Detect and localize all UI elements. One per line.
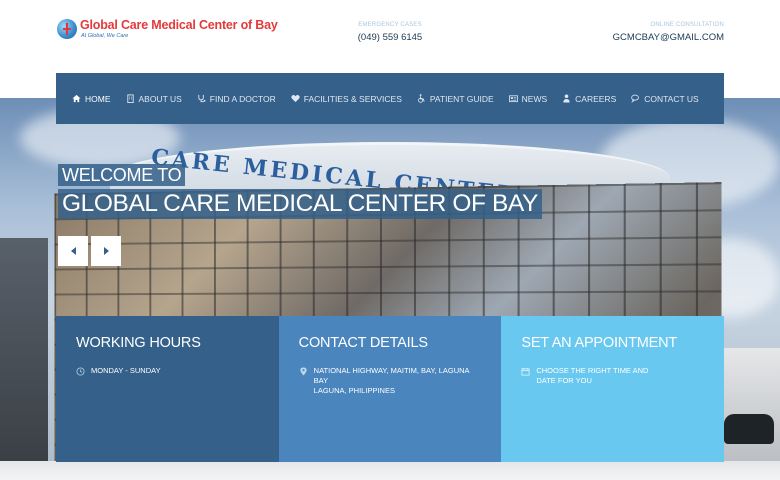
- set-appointment-box[interactable]: SET AN APPOINTMENT CHOOSE THE RIGHT TIME…: [501, 316, 725, 462]
- emergency-phone[interactable]: (049) 559 6145: [340, 32, 440, 43]
- appointment-text: CHOOSE THE RIGHT TIME AND DATE FOR YOU: [536, 366, 648, 386]
- parked-car: [724, 414, 774, 444]
- wheelchair-icon: [417, 94, 426, 103]
- nav-label: PATIENT GUIDE: [429, 93, 494, 104]
- nav-item-home[interactable]: HOME: [72, 94, 111, 104]
- hero-welcome-line: WELCOME TO: [58, 164, 186, 186]
- address-line-1: NATIONAL HIGHWAY, MAITIM, BAY, LAGUNA: [313, 366, 470, 375]
- appointment-line-1: CHOOSE THE RIGHT TIME AND: [536, 366, 649, 375]
- map-marker-icon: [299, 367, 308, 376]
- hero-title: GLOBAL CARE MEDICAL CENTER OF BAY: [58, 189, 542, 219]
- contact-address: NATIONAL HIGHWAY, MAITIM, BAY, LAGUNA BA…: [314, 366, 470, 396]
- brand-name: Global Care Medical Center of Bay: [80, 18, 278, 32]
- working-hours-days: MONDAY - SUNDAY: [91, 366, 161, 375]
- clock-icon: [76, 367, 85, 376]
- user-tie-icon: [562, 94, 571, 103]
- nav-label: HOME: [85, 93, 111, 104]
- online-email[interactable]: GCMCBAY@GMAIL.COM: [613, 32, 724, 43]
- site-logo[interactable]: Global Care Medical Center of Bay At Glo…: [57, 19, 278, 39]
- chevron-right-icon: [103, 247, 109, 255]
- newspaper-icon: [508, 94, 518, 103]
- online-label: ONLINE CONSULTATION: [650, 22, 724, 28]
- chat-icon: [631, 94, 640, 103]
- contact-details-box: CONTACT DETAILS NATIONAL HIGHWAY, MAITIM…: [278, 316, 502, 462]
- main-nav: HOME ABOUT US FIND A DOCTOR FACILITIES &…: [56, 73, 724, 124]
- home-icon: [72, 94, 81, 103]
- nav-item-find-a-doctor[interactable]: FIND A DOCTOR: [197, 94, 276, 104]
- appointment-title: SET AN APPOINTMENT: [521, 335, 678, 351]
- address-line-3: LAGUNA, PHILIPPINES: [313, 386, 395, 395]
- contact-details-title: CONTACT DETAILS: [298, 335, 428, 351]
- nav-label: CONTACT US: [644, 93, 699, 104]
- online-consultation: ONLINE CONSULTATION GCMCBAY@GMAIL.COM: [613, 22, 724, 43]
- chevron-left-icon: [70, 247, 76, 255]
- brand-tagline: At Global, We Care: [81, 32, 129, 39]
- nav-label: FACILITIES & SERVICES: [303, 93, 402, 104]
- nav-label: FIND A DOCTOR: [209, 93, 276, 104]
- nav-label: ABOUT US: [138, 93, 182, 104]
- stethoscope-icon: [197, 94, 206, 103]
- heart-icon: [291, 94, 300, 103]
- building-icon: [126, 94, 135, 103]
- working-hours-title: WORKING HOURS: [76, 335, 201, 351]
- nav-item-news[interactable]: NEWS: [508, 93, 548, 104]
- address-line-2: BAY: [313, 376, 329, 385]
- info-boxes: WORKING HOURS MONDAY - SUNDAY CONTACT DE…: [56, 316, 725, 462]
- nav-item-patient-guide[interactable]: PATIENT GUIDE: [417, 94, 494, 104]
- nav-item-careers[interactable]: CAREERS: [562, 94, 616, 104]
- nav-label: NEWS: [521, 93, 548, 104]
- nav-label: CAREERS: [575, 93, 617, 104]
- nav-item-facilities-services[interactable]: FACILITIES & SERVICES: [291, 94, 402, 104]
- emergency-label: EMERGENCY CASES: [358, 22, 422, 28]
- slider-next-button[interactable]: [91, 236, 121, 266]
- next-section-strip: [0, 461, 780, 480]
- globe-cross-icon: [57, 19, 77, 39]
- appointment-line-2: DATE FOR YOU: [536, 376, 592, 385]
- emergency-contact: EMERGENCY CASES (049) 559 6145: [340, 22, 440, 43]
- nav-item-contact-us[interactable]: CONTACT US: [631, 93, 699, 104]
- nav-item-about-us[interactable]: ABOUT US: [126, 94, 182, 104]
- neighbor-building-right: [720, 348, 780, 461]
- slider-prev-button[interactable]: [58, 236, 88, 266]
- calendar-icon: [521, 367, 530, 376]
- working-hours-box: WORKING HOURS MONDAY - SUNDAY: [56, 316, 279, 462]
